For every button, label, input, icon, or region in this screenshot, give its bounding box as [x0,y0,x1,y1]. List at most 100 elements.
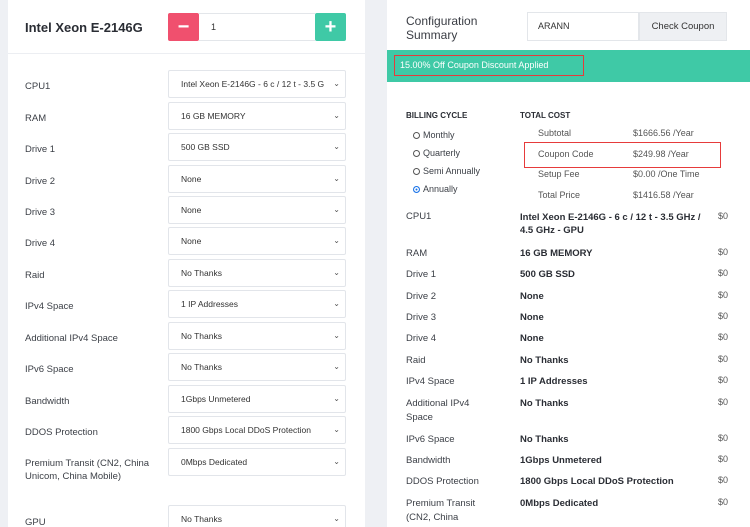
summary-row-label: DDOS Protection [406,476,479,487]
summary-row-value: None [520,312,544,323]
summary-row-price: $0 [718,268,729,278]
ram-select[interactable]: 16 GB MEMORY ⌄ [168,102,346,130]
summary-row-value: No Thanks [520,398,569,409]
raid-select[interactable]: No Thanks ⌄ [168,259,346,287]
radio-label: Semi Annually [423,166,481,176]
select-value: No Thanks [181,331,222,341]
subtotal-value: $1666.56 /Year [633,128,694,138]
summary-title: Configuration Summary [406,14,478,42]
ipv4-select[interactable]: 1 IP Addresses ⌄ [168,290,346,318]
select-value: 1800 Gbps Local DDoS Protection [181,425,311,435]
option-label: Bandwidth [25,396,70,407]
chevron-down-icon: ⌄ [333,79,340,88]
summary-row-label: Drive 2 [406,291,437,302]
option-label: RAM [25,113,47,124]
summary-row-label: Premium Transit (CN2, China [406,498,476,523]
summary-row-value: None [520,333,544,344]
option-label: Premium Transit (CN2, China Unicom, Chin… [25,458,150,482]
option-label: IPv4 Space [25,301,74,312]
setup-fee-label: Setup Fee [538,169,580,179]
summary-row-label: Raid [406,355,426,366]
cpu1-select[interactable]: Intel Xeon E-2146G - 6 c / 12 t - 3.5 G ⌄ [168,70,346,98]
summary-row-price: $0 [718,375,729,385]
summary-row-value: None [520,291,544,302]
coupon-discount-label: Coupon Code [538,149,594,159]
select-value: No Thanks [181,362,222,372]
option-label: Drive 3 [25,207,56,218]
radio-label: Quarterly [423,148,461,158]
summary-row-value: Intel Xeon E-2146G - 6 c / 12 t - 3.5 GH… [520,212,701,236]
cycle-semi-annually-radio[interactable]: Semi Annually [413,166,480,176]
chevron-down-icon: ⌄ [333,425,340,434]
chevron-down-icon: ⌄ [333,299,340,308]
coupon-applied-banner: 15.00% Off Coupon Discount Applied [387,50,750,82]
summary-row-price: $0 [718,354,729,364]
option-label: DDOS Protection [25,427,98,438]
cycle-quarterly-radio[interactable]: Quarterly [413,148,460,158]
chevron-down-icon: ⌄ [333,236,340,245]
qty-increase-button[interactable]: + [315,13,346,41]
configure-options-panel: Intel Xeon E-2146G − 1 + CPU1 Intel Xeon… [8,0,365,527]
summary-row-value: 1 IP Addresses [520,376,588,387]
cycle-monthly-radio[interactable]: Monthly [413,130,455,140]
radio-label: Monthly [423,130,455,140]
option-label: Raid [25,270,45,281]
ddos-select[interactable]: 1800 Gbps Local DDoS Protection ⌄ [168,416,346,444]
drive3-select[interactable]: None ⌄ [168,196,346,224]
option-label: IPv6 Space [25,364,74,375]
select-value: 500 GB SSD [181,142,230,152]
summary-row-label: Drive 3 [406,312,437,323]
chevron-down-icon: ⌄ [333,331,340,340]
qty-decrease-button[interactable]: − [168,13,199,41]
billing-cycle-header: BILLING CYCLE [406,111,468,120]
summary-row-price: $0 [718,211,729,221]
drive4-select[interactable]: None ⌄ [168,227,346,255]
summary-row-label: RAM [406,248,428,259]
select-value: No Thanks [181,514,222,524]
chevron-down-icon: ⌄ [333,457,340,466]
bandwidth-select[interactable]: 1Gbps Unmetered ⌄ [168,385,346,413]
summary-row-price: $0 [718,397,729,407]
product-header: Intel Xeon E-2146G − 1 + [8,0,365,54]
additional-ipv4-select[interactable]: No Thanks ⌄ [168,322,346,350]
select-value: None [181,174,202,184]
drive2-select[interactable]: None ⌄ [168,165,346,193]
check-coupon-button[interactable]: Check Coupon [639,12,727,41]
chevron-down-icon: ⌄ [333,142,340,151]
option-label: GPU [25,517,46,527]
summary-row-value: 500 GB SSD [520,269,575,280]
summary-row-price: $0 [718,332,729,342]
summary-row-price: $0 [718,454,729,464]
summary-row-price: $0 [718,311,729,321]
select-value: 1 IP Addresses [181,299,239,309]
chevron-down-icon: ⌄ [333,514,340,523]
summary-row-label: Additional IPv4 Space [406,398,470,423]
radio-circle-icon [413,132,420,139]
summary-row-value: 16 GB MEMORY [520,248,593,259]
summary-row-value: No Thanks [520,434,569,445]
summary-row-price: $0 [718,247,729,257]
qty-input[interactable]: 1 [199,13,315,41]
select-value: 0Mbps Dedicated [181,457,248,467]
configuration-summary-panel: Configuration Summary ARANN Check Coupon… [387,0,750,527]
summary-row-price: $0 [718,433,729,443]
premium-transit-select[interactable]: 0Mbps Dedicated ⌄ [168,448,346,476]
summary-row-price: $0 [718,497,729,507]
coupon-code-input[interactable]: ARANN [527,12,639,41]
drive1-select[interactable]: 500 GB SSD ⌄ [168,133,346,161]
chevron-down-icon: ⌄ [333,174,340,183]
ipv6-select[interactable]: No Thanks ⌄ [168,353,346,381]
radio-label: Annually [423,184,458,194]
summary-row-label: IPv6 Space [406,434,455,445]
product-title: Intel Xeon E-2146G [25,20,143,35]
total-price-value: $1416.58 /Year [633,190,694,200]
radio-circle-icon [413,168,420,175]
option-label: Drive 4 [25,238,56,249]
gpu-select[interactable]: No Thanks ⌄ [168,505,346,527]
radio-circle-icon [413,150,420,157]
chevron-down-icon: ⌄ [333,362,340,371]
cycle-annually-radio[interactable]: Annually [413,184,458,194]
summary-row-value: 1800 Gbps Local DDoS Protection [520,476,674,487]
select-value: None [181,205,202,215]
option-label: Drive 2 [25,176,56,187]
